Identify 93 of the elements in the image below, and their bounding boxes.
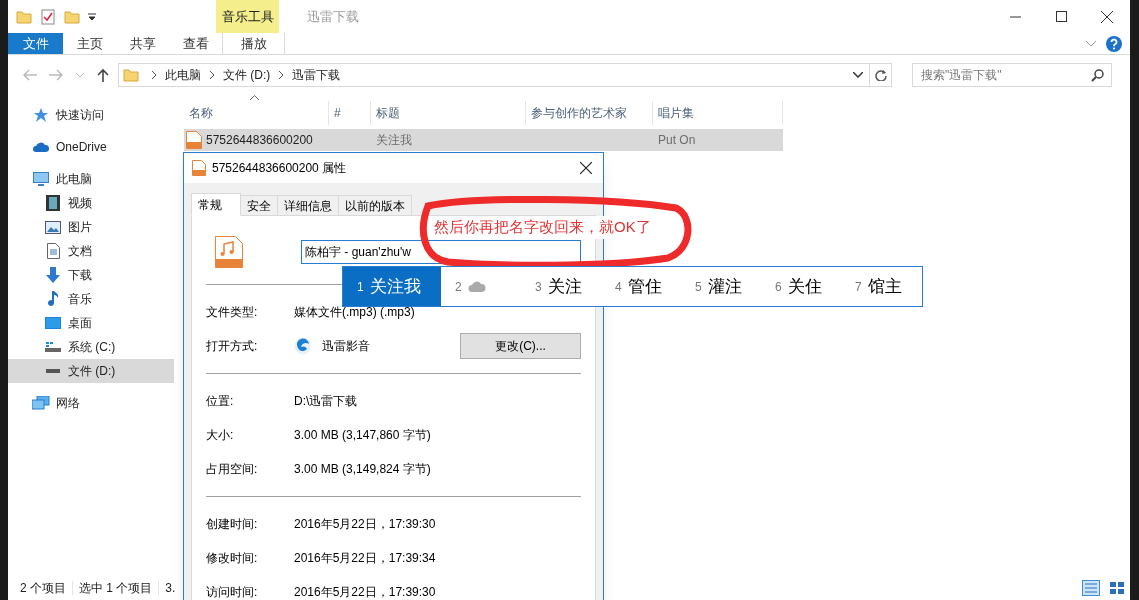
- properties-icon[interactable]: [40, 8, 56, 25]
- cloud-icon: [467, 281, 486, 292]
- table-cell-text: 关注我: [375, 132, 413, 149]
- mp3-file-icon: [215, 236, 243, 268]
- ribbon-tab[interactable]: 文件: [8, 33, 63, 54]
- picture-icon: [44, 220, 62, 234]
- ime-candidate[interactable]: 1 关注我: [343, 267, 441, 306]
- column-header[interactable]: 标题: [371, 101, 526, 125]
- property-label: 大小:: [206, 427, 235, 444]
- address-bar[interactable]: 此电脑 文件 (D:) 迅雷下载: [118, 63, 892, 87]
- property-label: 文件类型:: [206, 304, 259, 321]
- drive-icon: [44, 368, 62, 374]
- property-label: 打开方式:: [206, 338, 259, 355]
- property-label: 修改时间:: [206, 550, 259, 567]
- dialog-tab[interactable]: 常规: [191, 193, 241, 216]
- ime-candidate[interactable]: 5 灌注: [681, 267, 761, 306]
- mp3-file-icon: [192, 160, 206, 176]
- film-icon: [44, 195, 62, 211]
- property-value: 2016年5月22日，17:39:30: [294, 516, 436, 533]
- computer-icon: [32, 172, 50, 186]
- property-label: 位置:: [206, 393, 235, 410]
- breadcrumb[interactable]: 文件 (D:): [223, 66, 271, 84]
- chevron-icon[interactable]: [151, 71, 157, 79]
- dropdown-icon[interactable]: [853, 72, 863, 78]
- property-label: 创建时间:: [206, 516, 259, 533]
- property-label: 占用空间:: [206, 461, 259, 478]
- column-header[interactable]: 参与创作的艺术家: [526, 101, 653, 125]
- app-icon: [294, 337, 312, 355]
- sidebar-item[interactable]: OneDrive: [8, 135, 174, 159]
- sidebar-item[interactable]: 音乐: [8, 287, 174, 311]
- sidebar-item[interactable]: 快速访问: [8, 103, 174, 127]
- folder-icon: [123, 67, 139, 83]
- property-value: 3.00 MB (3,149,824 字节): [294, 461, 431, 478]
- sidebar-item[interactable]: 下载: [8, 263, 174, 287]
- large-icons-view-icon[interactable]: [1108, 580, 1126, 596]
- star-icon: [32, 108, 50, 122]
- breadcrumb[interactable]: 迅雷下载: [292, 66, 341, 84]
- help-icon[interactable]: [1106, 33, 1122, 54]
- mp3-file-icon: [186, 131, 202, 149]
- search-field[interactable]: 搜索"迅雷下载": [912, 63, 1112, 87]
- down-arrow-icon: [44, 267, 62, 283]
- property-label: 访问时间:: [206, 584, 259, 600]
- window-title: 迅雷下载: [306, 7, 360, 26]
- ribbon-tab[interactable]: 主页: [63, 33, 116, 54]
- file-row[interactable]: 5752644836600200 关注我 Put On: [184, 129, 783, 151]
- file-name: 5752644836600200: [206, 132, 313, 149]
- property-value: 3.00 MB (3,147,860 字节): [294, 427, 431, 444]
- column-header[interactable]: #: [329, 101, 371, 125]
- status-text: 3.: [165, 580, 176, 597]
- status-text: 选中 1 个项目: [79, 580, 153, 597]
- sidebar-item[interactable]: 图片: [8, 215, 174, 239]
- ime-candidate[interactable]: 6 关住: [761, 267, 841, 306]
- change-button[interactable]: 更改(C)...: [460, 333, 581, 359]
- sidebar-item[interactable]: 文档: [8, 239, 174, 263]
- ribbon-tab[interactable]: 播放: [222, 33, 285, 54]
- ime-candidate[interactable]: 2: [441, 267, 521, 306]
- customize-dropdown-icon[interactable]: [88, 12, 96, 21]
- chevron-icon[interactable]: [209, 71, 215, 79]
- status-text: 2 个项目: [20, 580, 66, 597]
- sidebar-item[interactable]: 此电脑: [8, 167, 174, 191]
- ribbon-tab[interactable]: 查看: [169, 33, 222, 54]
- sidebar-item[interactable]: 系统 (C:): [8, 335, 174, 359]
- desktop-icon: [44, 317, 62, 329]
- sidebar-item[interactable]: 桌面: [8, 311, 174, 335]
- column-header[interactable]: 唱片集: [653, 101, 783, 125]
- sidebar-item[interactable]: 视频: [8, 191, 174, 215]
- network-icon: [32, 396, 50, 410]
- column-header[interactable]: 名称: [184, 101, 329, 125]
- ime-candidate[interactable]: 7 馆主: [841, 267, 921, 306]
- dialog-tab[interactable]: 以前的版本: [338, 195, 412, 216]
- breadcrumb[interactable]: 此电脑: [165, 66, 201, 84]
- sidebar-item[interactable]: 网络: [8, 391, 174, 415]
- property-value: 2016年5月22日，17:39:34: [294, 550, 436, 567]
- ime-candidate[interactable]: 3 关注: [521, 267, 601, 306]
- table-cell-text: Put On: [657, 132, 697, 149]
- property-value: D:\迅雷下载: [294, 393, 358, 410]
- drive-icon: [44, 341, 62, 353]
- ribbon-tab[interactable]: 共享: [116, 33, 169, 54]
- property-value: 迅雷影音: [322, 338, 371, 355]
- search-icon: [1091, 69, 1104, 82]
- ime-candidate[interactable]: 4 管住: [601, 267, 681, 306]
- sort-ascending-icon: [250, 95, 259, 100]
- details-view-icon[interactable]: [1082, 580, 1100, 596]
- dialog-title: 5752644836600200 属性: [212, 160, 348, 177]
- sidebar-item[interactable]: 文件 (D:): [8, 359, 174, 383]
- cloud-icon: [32, 141, 50, 153]
- context-tab-group: 音乐工具: [216, 0, 279, 33]
- file-name-field[interactable]: 陈柏宇 - guan'zhu'w: [301, 240, 581, 264]
- document-icon: [44, 243, 62, 259]
- annotation-text: 然后你再把名字改回来，就OK了: [434, 216, 651, 239]
- property-value: 2016年5月22日，17:39:30: [294, 584, 436, 600]
- property-value: 媒体文件(.mp3) (.mp3): [294, 304, 415, 321]
- chevron-icon[interactable]: [278, 71, 285, 79]
